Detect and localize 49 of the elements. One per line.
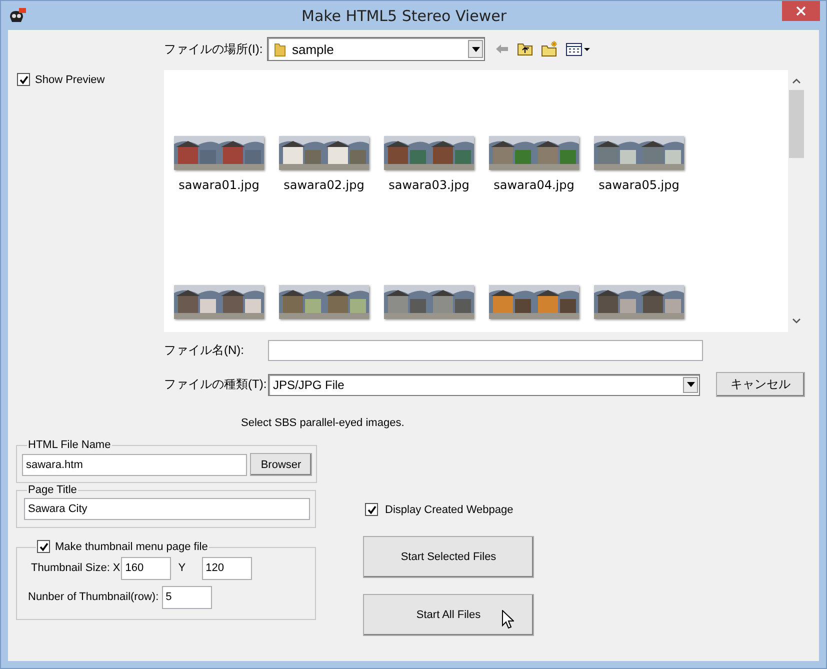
close-button[interactable] (782, 1, 820, 21)
start-button[interactable]: Start Selected Files (363, 536, 534, 578)
file-item[interactable]: sawara04.jpg (489, 136, 579, 206)
file-item[interactable]: sawara02.jpg (279, 136, 369, 206)
checkbox-label: Show Preview (35, 74, 105, 86)
thumbnail-count-field[interactable]: 5 (162, 586, 212, 608)
file-name-field[interactable] (268, 340, 703, 361)
start-button[interactable]: Start All Files (363, 594, 534, 636)
file-name: sawara03.jpg (388, 178, 470, 192)
thumbnail-size-label: Thumbnail Size: X (31, 562, 120, 574)
new-folder-icon[interactable] (541, 41, 558, 57)
window-title: Make HTML5 Stereo Viewer (300, 6, 508, 24)
file-name-label: ファイル名(N): (164, 342, 245, 359)
checkbox[interactable] (365, 503, 378, 516)
height-field[interactable]: 120 (202, 556, 252, 580)
scroll-up-icon[interactable] (792, 78, 801, 84)
file-name: sawara01.jpg (178, 178, 260, 192)
folder-up-icon[interactable] (517, 42, 533, 56)
file-name: sawara04.jpg (494, 178, 574, 192)
page-title-field[interactable]: Sawara City (24, 498, 310, 520)
cancel-button[interactable]: キャンセル (716, 372, 805, 397)
checkbox[interactable] (37, 540, 50, 553)
file-type-label: ファイルの種類(T): (164, 376, 268, 393)
mouse-pointer-icon (502, 610, 514, 629)
location-dropdown[interactable]: sample (267, 37, 485, 61)
width-field[interactable]: 160 (121, 556, 172, 580)
close-icon (796, 6, 806, 16)
view-menu-icon[interactable] (566, 42, 590, 56)
thumbnail-count-label: Nunber of Thumbnail(row): (28, 591, 159, 603)
y-label: Y (178, 562, 186, 574)
group-label: Page Title (27, 484, 78, 496)
html-file-field[interactable]: sawara.htm (22, 454, 247, 476)
checkbox[interactable] (17, 73, 30, 86)
checkbox-label: Make thumbnail menu page file (55, 540, 208, 552)
file-item[interactable]: sawara01.jpg (174, 136, 264, 206)
file-name: sawara05.jpg (598, 178, 680, 192)
scrollbar-thumb[interactable] (789, 90, 804, 158)
file-item[interactable]: sawara03.jpg (384, 136, 474, 206)
hint-text: Select SBS parallel-eyed images. (241, 417, 406, 431)
app-icon (8, 8, 26, 24)
scroll-down-icon[interactable] (792, 318, 801, 324)
group-label: HTML File Name (27, 439, 112, 451)
file-item[interactable]: sawara05.jpg (594, 136, 684, 206)
location-label: ファイルの場所(I): (164, 40, 264, 58)
folder-icon (274, 41, 286, 57)
file-type-dropdown[interactable]: JPS/JPG File (268, 374, 700, 396)
browser-button[interactable]: Browser (250, 453, 312, 476)
file-name: sawara02.jpg (284, 178, 364, 192)
checkbox-label: Display Created Webpage (385, 504, 514, 516)
